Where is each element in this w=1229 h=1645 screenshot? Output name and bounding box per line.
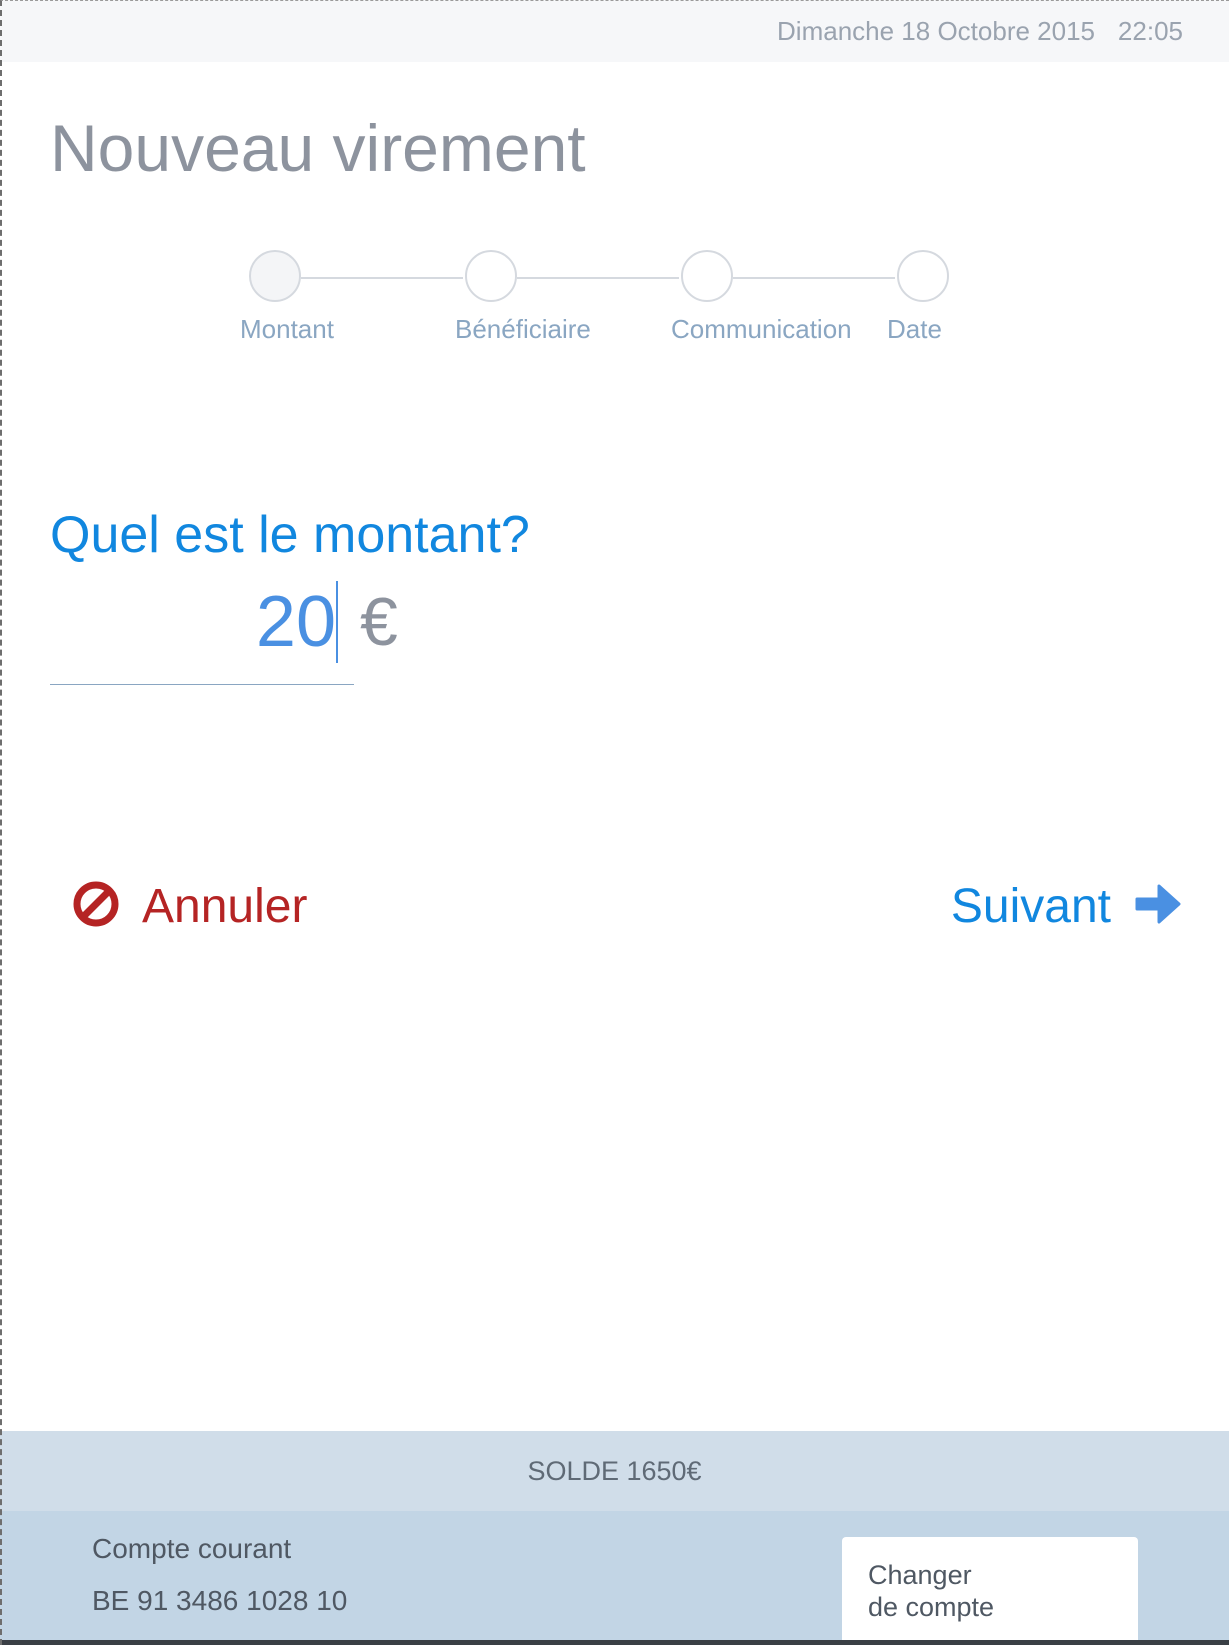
status-time: 22:05 (1117, 16, 1183, 46)
progress-stepper: Montant Bénéficiaire Communication Date (0, 248, 1229, 368)
forbidden-icon (72, 880, 120, 933)
account-number: BE 91 3486 1028 10 (92, 1585, 348, 1616)
account-type: Compte courant (92, 1533, 292, 1564)
change-account-button[interactable]: Changer de compte (842, 1537, 1138, 1645)
currency-symbol: € (360, 584, 398, 660)
balance-bar: SOLDE 1650€ (0, 1431, 1229, 1511)
page-title: Nouveau virement (50, 111, 586, 185)
step-connector (301, 277, 463, 279)
step-label-date: Date (887, 314, 942, 344)
amount-value[interactable]: 20 (256, 586, 336, 658)
change-account-label-1: Changer (868, 1560, 972, 1590)
step-connector (733, 277, 895, 279)
step-label-communication: Communication (671, 314, 852, 344)
status-date: Dimanche 18 Octobre 2015 (777, 16, 1095, 46)
step-connector (517, 277, 679, 279)
step-circle-communication[interactable] (681, 250, 733, 302)
step-label-montant: Montant (240, 314, 334, 344)
amount-input[interactable]: 20 (50, 578, 354, 685)
screen-bottom-edge (0, 1640, 1229, 1645)
step-circle-montant[interactable] (249, 250, 301, 302)
screenshot-frame (0, 0, 1229, 1645)
cancel-button[interactable]: Annuler (72, 878, 307, 934)
arrow-right-icon (1133, 879, 1183, 934)
step-label-beneficiaire: Bénéficiaire (455, 314, 591, 344)
next-label: Suivant (950, 879, 1111, 933)
step-circle-date[interactable] (897, 250, 949, 302)
status-bar: Dimanche 18 Octobre 2015 22:05 (0, 0, 1229, 62)
cancel-label: Annuler (142, 879, 308, 933)
amount-question: Quel est le montant? (50, 506, 530, 564)
step-circle-beneficiaire[interactable] (465, 250, 517, 302)
next-button[interactable]: Suivant (951, 878, 1183, 934)
account-bar: Compte courant BE 91 3486 1028 10 Change… (0, 1511, 1229, 1645)
change-account-label-2: de compte (868, 1592, 995, 1622)
balance-text: SOLDE 1650€ (527, 1456, 702, 1486)
text-cursor (336, 581, 338, 663)
